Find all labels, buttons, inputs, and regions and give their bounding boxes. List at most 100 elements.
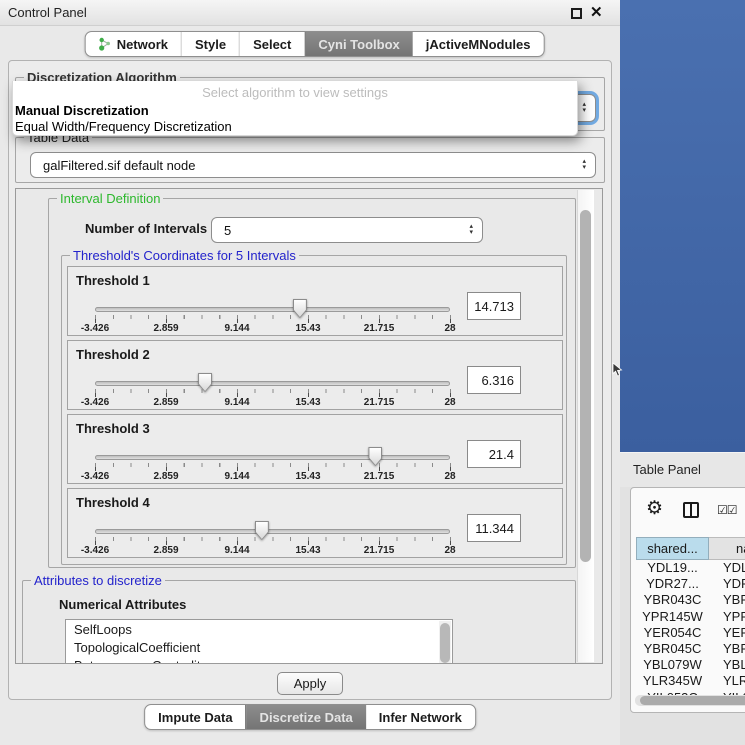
attributes-list: SelfLoops TopologicalCoefficient Between… — [65, 619, 453, 664]
threshold-label: Threshold 1 — [76, 273, 150, 288]
tab-discretize-data[interactable]: Discretize Data — [246, 705, 366, 729]
table-row[interactable]: YBR045CYBR0 — [636, 641, 745, 657]
tab-jactivemnodules[interactable]: jActiveMNodules — [413, 32, 544, 56]
threshold-label: Threshold 3 — [76, 421, 150, 436]
list-scrollbar[interactable] — [439, 621, 451, 664]
slider-tick-label: -3.426 — [81, 545, 109, 556]
algorithm-dropdown-popup: Select algorithm to view settings Manual… — [12, 81, 578, 136]
attributes-groupbox: Attributes to discretize Numerical Attri… — [22, 580, 576, 664]
num-intervals-spinner[interactable]: 5 ▴▾ — [211, 217, 483, 243]
threshold-value-field[interactable]: 14.713 — [467, 292, 521, 320]
settings-scrollbar-thumb[interactable] — [580, 210, 591, 562]
dropdown-option-manual[interactable]: Manual Discretization — [13, 103, 577, 119]
slider-tick-label: 15.43 — [295, 471, 320, 482]
slider-ticks — [95, 315, 451, 323]
list-scrollbar-thumb[interactable] — [440, 623, 450, 663]
slider-tick-label: 21.715 — [364, 545, 395, 556]
list-item[interactable]: BetweennessCentrality — [66, 656, 452, 664]
tab-label: jActiveMNodules — [426, 37, 531, 52]
close-icon[interactable]: ✕ — [590, 3, 603, 23]
slider-tick-label: 9.144 — [224, 471, 249, 482]
cell: YDL19... — [636, 560, 709, 575]
threshold-label: Threshold 2 — [76, 347, 150, 362]
num-intervals-label: Number of Intervals — [85, 221, 207, 236]
control-panel-tabbar: Network Style Select Cyni Toolbox jActiv… — [85, 31, 545, 57]
tab-network[interactable]: Network — [86, 32, 181, 56]
tab-label: Select — [253, 37, 291, 52]
tab-label: Cyni Toolbox — [318, 37, 399, 52]
tab-infer-network[interactable]: Infer Network — [366, 705, 475, 729]
dropdown-placeholder: Select algorithm to view settings — [13, 83, 577, 103]
slider-ticks — [95, 389, 451, 397]
split-columns-icon[interactable] — [683, 502, 699, 518]
slider-tick-label: 28 — [444, 545, 455, 556]
slider-tick-label: 21.715 — [364, 397, 395, 408]
slider-tick-label: 21.715 — [364, 323, 395, 334]
list-item[interactable]: TopologicalCoefficient — [66, 638, 452, 656]
slider-tick-label: -3.426 — [81, 323, 109, 334]
settings-scrollbar[interactable] — [577, 190, 594, 662]
apply-button[interactable]: Apply — [277, 672, 343, 695]
attributes-group-label: Attributes to discretize — [31, 573, 165, 588]
tab-label: Style — [195, 37, 226, 52]
tab-label: Network — [117, 37, 168, 52]
interval-definition-groupbox: Interval Definition Number of Intervals … — [48, 198, 576, 568]
slider-tick-label: 15.43 — [295, 545, 320, 556]
table-row[interactable]: YDR27...YDR2 — [636, 576, 745, 592]
table-row[interactable]: YDL19... YDL1 — [636, 560, 745, 576]
select-columns-icon[interactable]: ☑☑ — [717, 503, 737, 517]
control-panel-window: Control Panel ✕ Network Style Select Cyn… — [0, 0, 620, 745]
threshold-slider-track[interactable] — [95, 529, 450, 534]
dropdown-option-equal-width[interactable]: Equal Width/Frequency Discretization — [13, 119, 577, 135]
cell: YBR0 — [723, 592, 745, 607]
threshold-slider-track[interactable] — [95, 307, 450, 312]
float-window-icon[interactable] — [571, 8, 582, 19]
slider-tick-label: 9.144 — [224, 323, 249, 334]
tab-style[interactable]: Style — [181, 32, 239, 56]
threshold-slider-track[interactable] — [95, 381, 450, 386]
slider-tick-label: 2.859 — [153, 323, 178, 334]
slider-tick-label: 2.859 — [153, 397, 178, 408]
list-item[interactable]: SelfLoops — [66, 620, 452, 638]
threshold-slider-track[interactable] — [95, 455, 450, 460]
tab-cyni-toolbox[interactable]: Cyni Toolbox — [304, 32, 412, 56]
cell: YER0 — [723, 625, 745, 640]
cyni-toolbox-panel: Discretization Algorithm ▴▾ Table Data g… — [8, 60, 612, 700]
gear-icon[interactable]: ⚙ — [646, 497, 663, 520]
threshold-label: Threshold 4 — [76, 495, 150, 510]
slider-tick-label: 2.859 — [153, 545, 178, 556]
threshold-value-field[interactable]: 21.4 — [467, 440, 521, 468]
cell: YDR27... — [636, 576, 709, 591]
table-row[interactable]: YLR345WYLR3 — [636, 673, 745, 689]
table-hscrollbar-thumb[interactable] — [640, 696, 745, 705]
thresholds-group-label: Threshold's Coordinates for 5 Intervals — [70, 248, 299, 263]
threshold-value-field[interactable]: 6.316 — [467, 366, 521, 394]
tab-impute-data[interactable]: Impute Data — [145, 705, 245, 729]
table-row[interactable]: YBL079WYBL0 — [636, 657, 745, 673]
tab-select[interactable]: Select — [239, 32, 304, 56]
cell: YDL1 — [723, 560, 745, 575]
table-row[interactable]: YPR145WYPR1 — [636, 609, 745, 625]
num-intervals-value: 5 — [224, 223, 231, 238]
slider-tick-label: 28 — [444, 471, 455, 482]
table-hscrollbar[interactable] — [635, 695, 745, 706]
slider-tick-label: 15.43 — [295, 397, 320, 408]
threshold-2-panel: Threshold 2 -3.4262.8599.14415.4321.7152… — [67, 340, 563, 410]
slider-tick-label: 9.144 — [224, 397, 249, 408]
table-data-combobox[interactable]: galFiltered.sif default node ▴▾ — [30, 152, 596, 178]
slider-tick-labels: -3.4262.8599.14415.4321.71528 — [95, 545, 450, 557]
cell: YBR045C — [636, 641, 709, 656]
table-row[interactable]: YER054CYER0 — [636, 625, 745, 641]
slider-tick-label: 2.859 — [153, 471, 178, 482]
table-panel-card: ⚙ ☑☑ shared... na YDL19...YDL1 YDR27...Y… — [630, 487, 745, 713]
interval-definition-label: Interval Definition — [57, 191, 163, 206]
tab-label: Discretize Data — [260, 710, 353, 725]
column-header-shared-name[interactable]: shared... — [636, 537, 709, 560]
threshold-value-field[interactable]: 11.344 — [467, 514, 521, 542]
table-panel-header: Table Panel — [620, 452, 745, 487]
cyni-bottom-tabbar: Impute Data Discretize Data Infer Networ… — [144, 704, 476, 730]
table-data-groupbox: Table Data galFiltered.sif default node … — [15, 137, 605, 183]
table-row[interactable]: YBR043CYBR0 — [636, 592, 745, 608]
slider-tick-label: 15.43 — [295, 323, 320, 334]
column-header-name[interactable]: na — [709, 537, 745, 560]
